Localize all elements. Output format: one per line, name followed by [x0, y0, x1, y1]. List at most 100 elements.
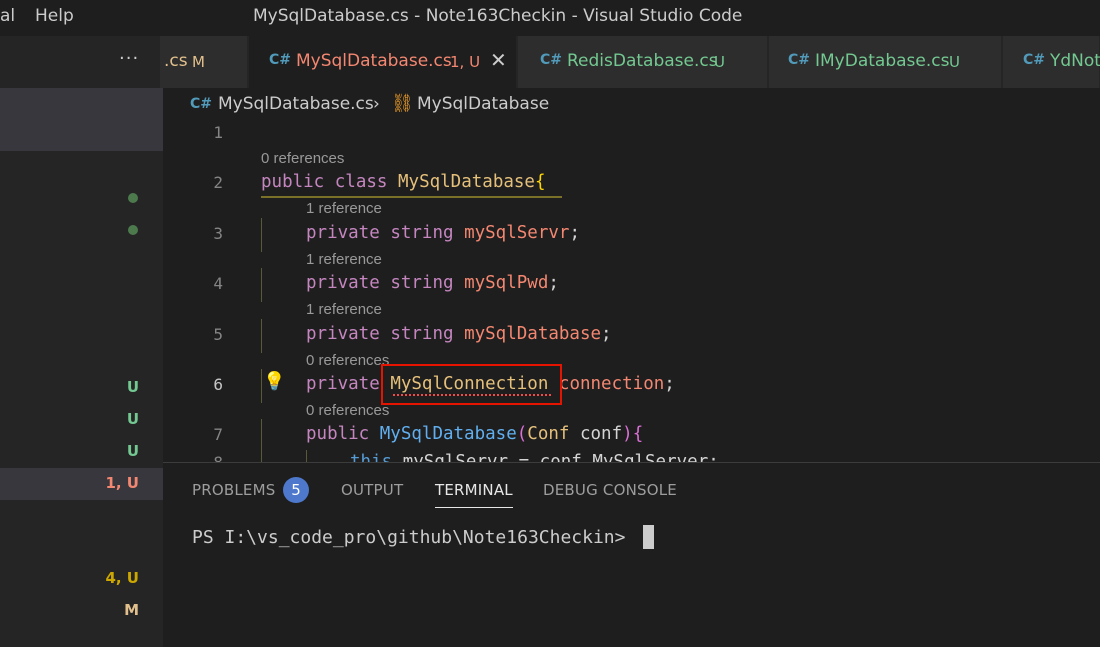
semicolon: ; [601, 324, 612, 344]
indent-guide [261, 419, 262, 462]
field-name: mySqlDatabase [464, 324, 602, 344]
tab-debug-console[interactable]: DEBUG CONSOLE [543, 481, 677, 499]
code-line-4[interactable]: private string mySqlPwd; [306, 273, 559, 293]
git-status-badge: U [126, 378, 139, 396]
line-number: 6 [213, 375, 223, 394]
field-name: mySqlPwd [464, 273, 549, 293]
codelens-references[interactable]: 1 reference [306, 251, 382, 268]
code-line-8[interactable]: this.mySqlServr = conf.MySqlServer; [350, 452, 719, 462]
keyword-private: private [306, 324, 380, 344]
git-status-badge: 1, U [105, 474, 139, 492]
line-number: 8 [163, 453, 223, 462]
indent-guide [261, 369, 262, 403]
param-name: conf [579, 424, 623, 444]
code-line-2[interactable]: public class MySqlDatabase{ [261, 172, 546, 192]
explorer-item[interactable]: U [0, 404, 163, 436]
csharp-file-icon: C# [788, 52, 811, 68]
csharp-file-icon: C# [269, 52, 292, 68]
codelens-references[interactable]: 1 reference [306, 301, 382, 318]
field-name: connection [558, 374, 665, 394]
line-number: 5 [213, 325, 223, 344]
bottom-panel: PROBLEMS 5 OUTPUT TERMINAL DEBUG CONSOLE… [163, 462, 1100, 647]
tab-redisdatabase[interactable]: C# RedisDatabase.cs U [518, 36, 768, 88]
code-line-3[interactable]: private string mySqlServr; [306, 223, 580, 243]
tab-status: 1, U [450, 53, 481, 71]
tab-status: U [949, 53, 960, 71]
explorer-item[interactable]: U [0, 372, 163, 404]
line-number: 3 [213, 224, 223, 243]
explorer-sidebar: U U U 1, U 4, U M [0, 88, 163, 647]
explorer-item[interactable]: 4, U [0, 563, 163, 595]
open-paren: ( [516, 424, 528, 444]
type-string: string [390, 223, 454, 243]
tab-imydatabase[interactable]: C# IMyDatabase.cs U [769, 36, 1002, 88]
csharp-file-icon: C# [190, 96, 213, 112]
code-line-5[interactable]: private string mySqlDatabase; [306, 324, 612, 344]
indent-guide [306, 450, 307, 462]
class-name: MySqlDatabase [398, 172, 535, 192]
semicolon: ; [548, 273, 559, 293]
tab-status: U [714, 53, 725, 71]
line-number: 4 [213, 274, 223, 293]
more-tabs-icon[interactable]: ··· [119, 48, 139, 69]
line-number: 2 [213, 173, 223, 192]
problems-count-badge: 5 [283, 477, 309, 503]
indent-guide [261, 319, 262, 353]
modified-dot-icon [128, 193, 138, 203]
line-number: 1 [213, 123, 223, 142]
explorer-item[interactable]: U [0, 436, 163, 468]
tab-mysqldatabase[interactable]: C# MySqlDatabase.cs 1, U ✕ [249, 36, 517, 88]
tab-label: RedisDatabase.cs [567, 51, 718, 71]
close-icon[interactable]: ✕ [490, 48, 507, 72]
field-name: mySqlServr [464, 223, 570, 243]
keyword-this: this [350, 452, 393, 462]
tab-terminal[interactable]: TERMINAL [435, 481, 513, 508]
indent-guide [261, 218, 262, 252]
explorer-item[interactable]: M [0, 595, 163, 627]
terminal-cursor [643, 525, 654, 549]
tab-unknown-cs[interactable]: .cs M [160, 36, 248, 88]
statement-rest: .mySqlServr = conf.MySqlServer; [392, 452, 719, 462]
type-string: string [390, 324, 454, 344]
git-status-badge: U [126, 442, 139, 460]
codelens-references[interactable]: 0 references [306, 352, 389, 369]
param-type: Conf [527, 424, 570, 444]
semicolon: ; [569, 223, 580, 243]
menu-terminal[interactable]: al [0, 6, 15, 26]
tab-label: IMyDatabase.cs [815, 51, 950, 71]
constructor-name: MySqlDatabase [379, 424, 517, 444]
codelens-references[interactable]: 0 references [306, 402, 389, 419]
keyword-public: public [306, 424, 370, 444]
error-highlight-box [381, 364, 562, 405]
lightbulb-icon[interactable]: 💡 [263, 371, 285, 392]
open-brace: { [534, 172, 546, 192]
codelens-references[interactable]: 1 reference [306, 200, 382, 217]
tab-label: YdNot [1050, 51, 1100, 71]
tab-ydnote[interactable]: C# YdNot [1003, 36, 1100, 88]
codelens-references[interactable]: 0 references [261, 150, 344, 167]
breadcrumb-symbol[interactable]: MySqlDatabase [417, 94, 549, 114]
tab-label: .cs [164, 51, 188, 71]
csharp-file-icon: C# [540, 52, 563, 68]
sidebar-header [0, 88, 163, 151]
tab-label: MySqlDatabase.cs [296, 51, 452, 71]
open-brace: { [632, 424, 644, 444]
breadcrumb-file[interactable]: MySqlDatabase.cs [218, 94, 374, 114]
code-editor[interactable]: 1 2 3 4 5 6 7 8 0 references 1 reference… [163, 120, 1100, 462]
keyword-class: class [334, 172, 388, 192]
keyword-private: private [306, 273, 380, 293]
code-line-7[interactable]: public MySqlDatabase(Conf conf){ [306, 424, 643, 444]
keyword-private: private [306, 374, 380, 394]
bracket-highlight [261, 196, 562, 198]
line-number: 7 [213, 425, 223, 444]
terminal-prompt[interactable]: PS I:\vs_code_pro\github\Note163Checkin> [192, 527, 636, 548]
explorer-item-selected[interactable]: 1, U [0, 468, 163, 500]
tab-status: M [192, 53, 205, 71]
tab-problems[interactable]: PROBLEMS [192, 481, 275, 499]
menu-help[interactable]: Help [35, 6, 74, 26]
git-status-badge: M [124, 601, 139, 619]
close-paren: ) [622, 424, 633, 444]
modified-dot-icon [128, 225, 138, 235]
keyword-public: public [261, 172, 325, 192]
tab-output[interactable]: OUTPUT [341, 481, 403, 499]
